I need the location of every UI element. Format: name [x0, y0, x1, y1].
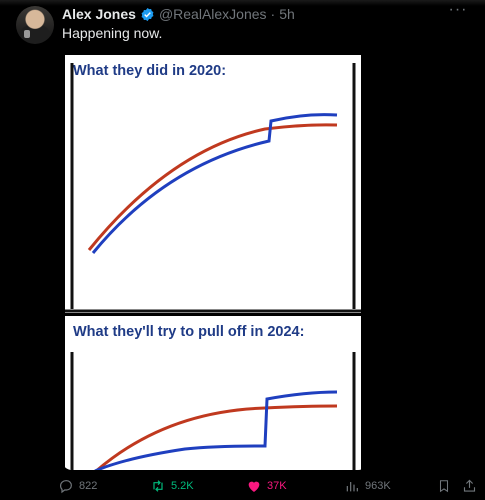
- timestamp[interactable]: 5h: [279, 6, 295, 22]
- view-count: 963K: [365, 480, 391, 492]
- avatar[interactable]: [16, 6, 54, 44]
- tweet-media-image[interactable]: What they did in 2020: What they'll try …: [62, 52, 368, 470]
- tweet-header: Alex Jones @RealAlexJones · 5h: [62, 5, 295, 23]
- author-name[interactable]: Alex Jones: [62, 6, 136, 22]
- separator-dot: ·: [270, 6, 276, 22]
- like-button[interactable]: 37K: [246, 476, 287, 496]
- more-options-icon[interactable]: ···: [447, 2, 469, 20]
- reply-button[interactable]: 822: [58, 476, 97, 496]
- panel-2024-drawing: [70, 352, 356, 470]
- meme-panel-2024: What they'll try to pull off in 2024:: [65, 316, 361, 470]
- retweet-icon: [153, 480, 163, 492]
- panel-2020-drawing: [65, 63, 361, 313]
- meme-panel-2020: What they did in 2020:: [65, 55, 361, 313]
- reply-count: 822: [79, 480, 98, 492]
- like-count: 37K: [267, 480, 287, 492]
- views-chart-icon: [346, 482, 358, 492]
- reply-icon: [60, 480, 72, 494]
- red-curve: [87, 123, 338, 251]
- microphone-icon: [24, 30, 30, 38]
- retweet-count: 5.2K: [171, 480, 194, 492]
- retweet-button[interactable]: 5.2K: [150, 476, 194, 496]
- heart-icon: [248, 481, 260, 492]
- bookmark-icon[interactable]: [437, 478, 451, 494]
- tweet[interactable]: Alex Jones @RealAlexJones · 5h ··· Happe…: [0, 0, 485, 500]
- tweet-actions: 822 5.2K 37K 963K: [0, 476, 485, 496]
- author-handle[interactable]: @RealAlexJones: [159, 6, 267, 22]
- verified-badge-icon: [141, 7, 154, 21]
- blue-curve-2024: [94, 390, 338, 470]
- views-button[interactable]: 963K: [344, 476, 391, 496]
- share-icon[interactable]: [462, 478, 477, 494]
- blue-curve: [91, 113, 338, 254]
- tweet-text: Happening now.: [62, 25, 163, 41]
